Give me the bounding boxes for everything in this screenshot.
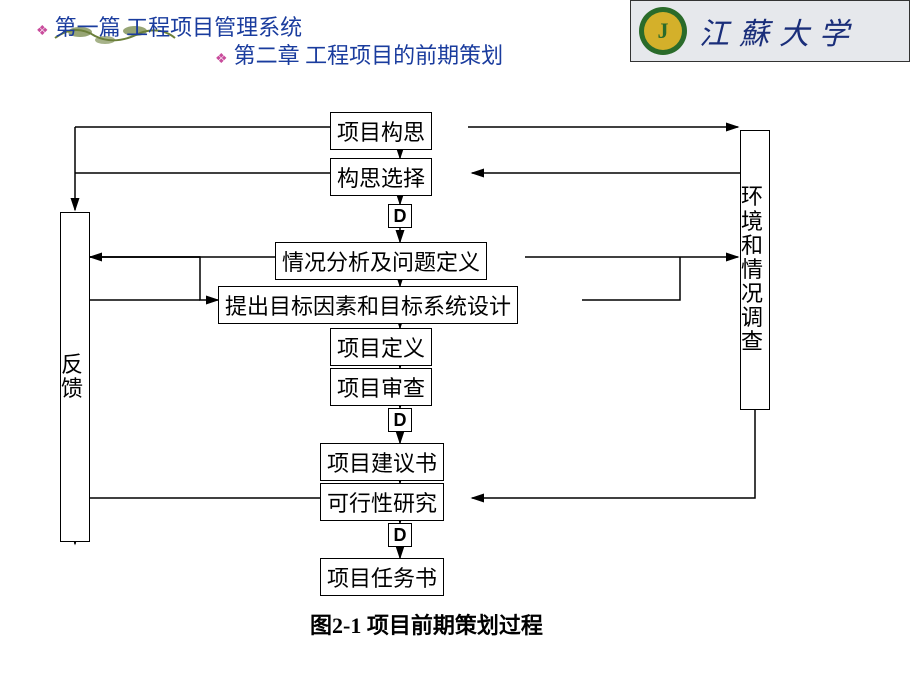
node-project-review: 项目审查: [330, 368, 432, 406]
node-project-define: 项目定义: [330, 328, 432, 366]
university-name: 江蘇大学: [699, 9, 859, 53]
node-feasibility: 可行性研究: [320, 483, 444, 521]
decision-d3: D: [388, 523, 412, 547]
node-analysis: 情况分析及问题定义: [275, 242, 487, 280]
chapter-title: ❖第二章 工程项目的前期策划: [215, 38, 503, 70]
node-proposal: 项目建议书: [320, 443, 444, 481]
node-concept-select: 构思选择: [330, 158, 432, 196]
node-project-concept: 项目构思: [330, 112, 432, 150]
flowchart: 反馈 环境和情况调查 项目构思 构思选择 D 情况分析及问题定义 提出目标因素和…: [60, 100, 860, 640]
bullet-icon: ❖: [215, 52, 228, 67]
decision-d2: D: [388, 408, 412, 432]
seal-icon: J: [639, 7, 687, 55]
decision-d1: D: [388, 204, 412, 228]
bullet-icon: ❖: [36, 24, 49, 39]
node-task-book: 项目任务书: [320, 558, 444, 596]
feedback-box: 反馈: [60, 212, 90, 542]
environment-box: 环境和情况调查: [740, 130, 770, 410]
node-target-design: 提出目标因素和目标系统设计: [218, 286, 518, 324]
figure-caption: 图2-1 项目前期策划过程: [310, 608, 543, 640]
university-logo: J 江蘇大学: [630, 0, 910, 62]
